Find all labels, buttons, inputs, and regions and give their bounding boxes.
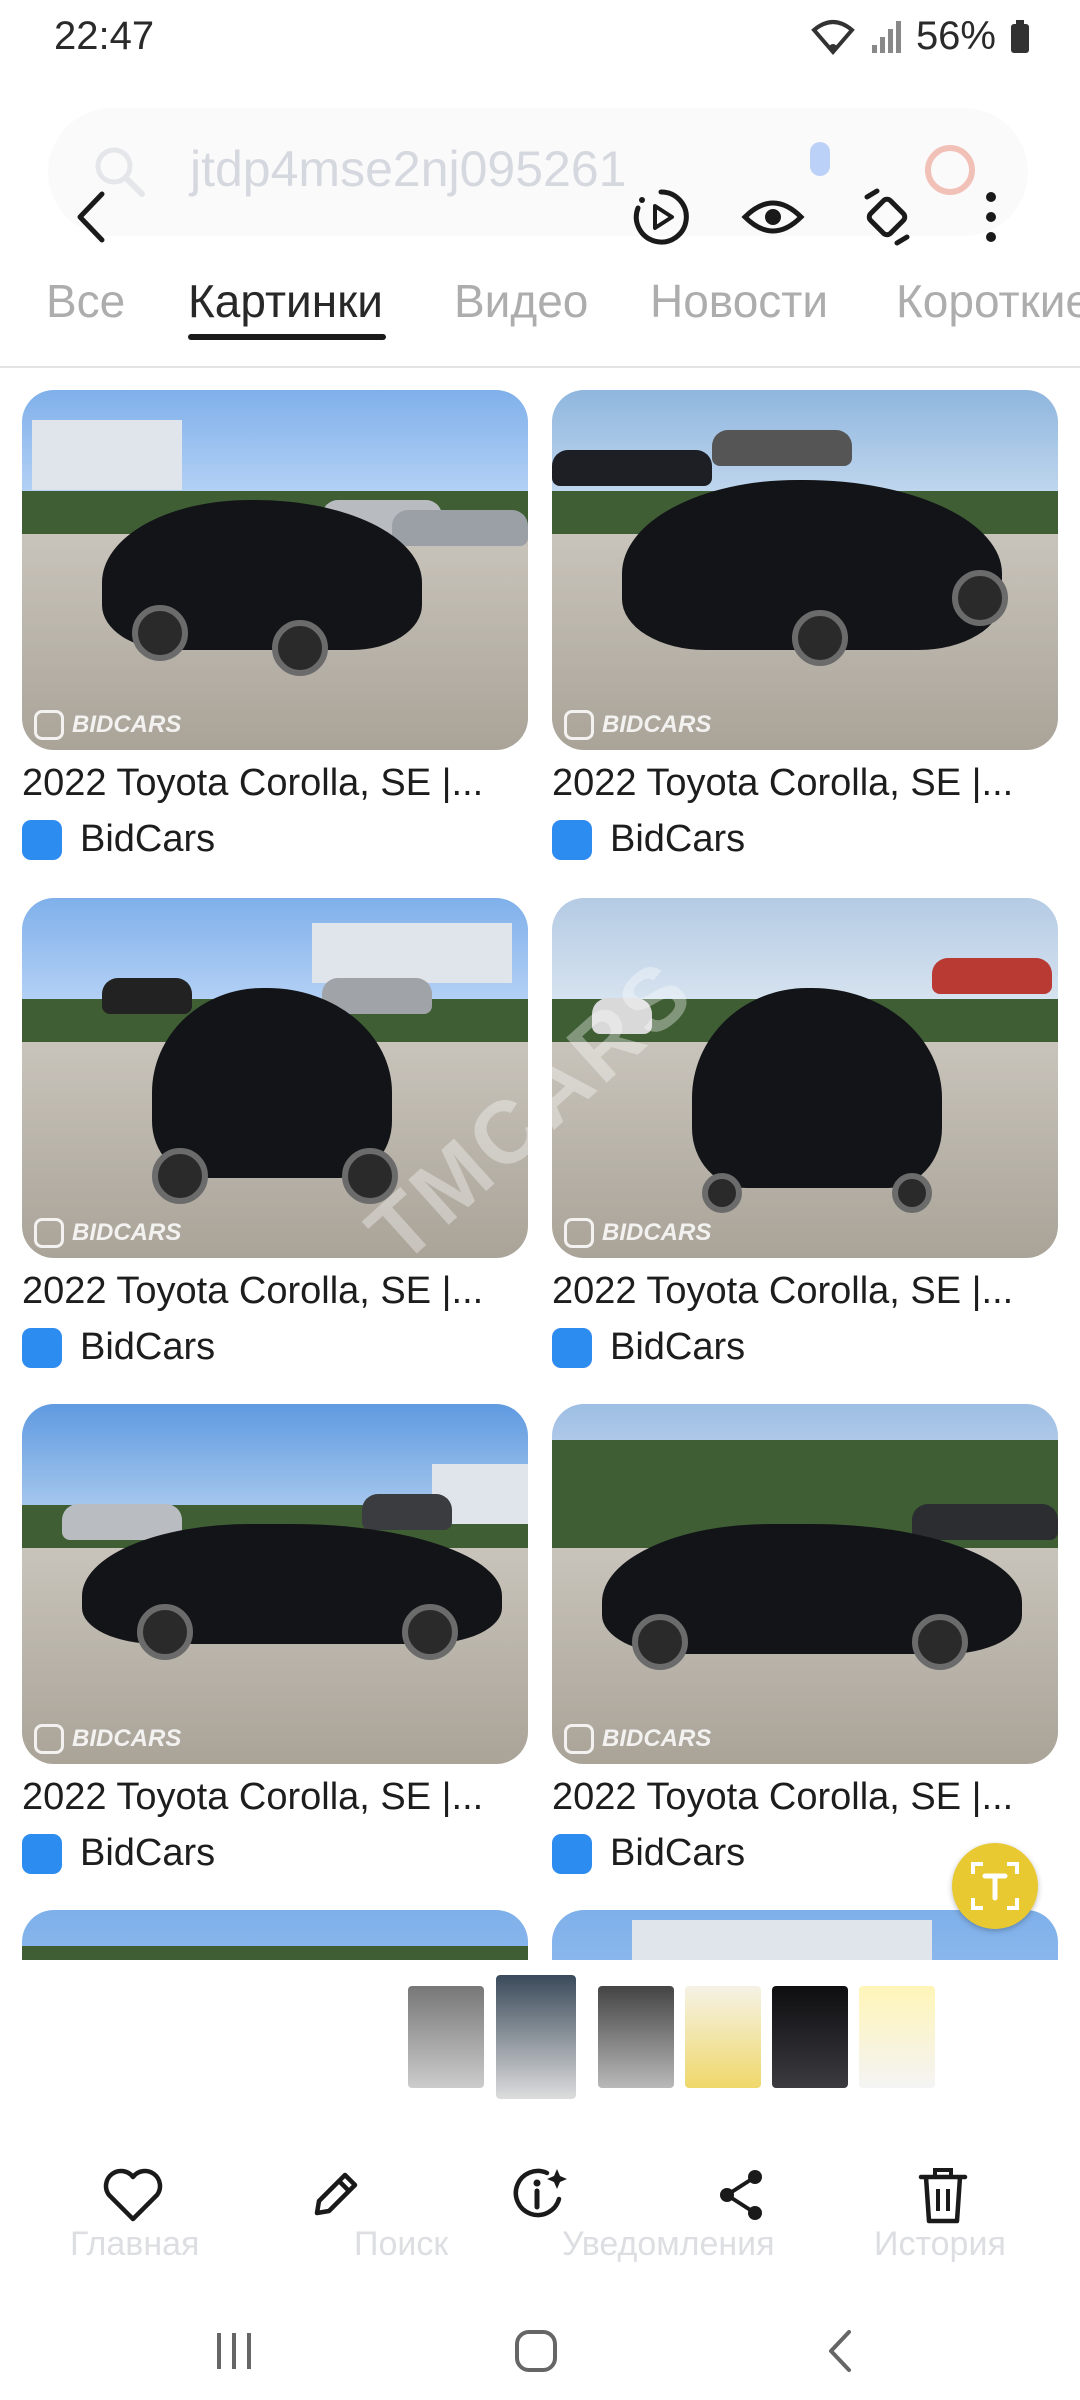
text-extract-icon bbox=[971, 1862, 1019, 1910]
wifi-icon bbox=[811, 19, 855, 55]
back-nav-button[interactable] bbox=[810, 2326, 870, 2376]
result-title[interactable]: 2022 Toyota Corolla, SE |... bbox=[552, 1776, 1058, 1819]
search-tabs: Все Картинки Видео Новости Короткие bbox=[0, 262, 1080, 362]
result-source[interactable]: BidCars bbox=[22, 818, 215, 861]
home-icon bbox=[515, 2330, 557, 2372]
back-button[interactable] bbox=[60, 182, 130, 252]
recents-icon bbox=[217, 2333, 251, 2369]
result-title[interactable]: 2022 Toyota Corolla, SE |... bbox=[22, 1270, 528, 1313]
rotate-icon bbox=[864, 188, 910, 246]
bidcars-logo-icon bbox=[34, 710, 64, 740]
favorite-button[interactable] bbox=[90, 2152, 176, 2238]
bidcars-logo-icon bbox=[564, 710, 594, 740]
tab-video[interactable]: Видео bbox=[454, 274, 588, 328]
home-button[interactable] bbox=[506, 2326, 566, 2376]
result-source[interactable]: BidCars bbox=[552, 818, 745, 861]
source-name: BidCars bbox=[610, 1326, 746, 1368]
filmstrip-thumb[interactable] bbox=[859, 1986, 935, 2088]
bidcars-favicon-icon bbox=[552, 819, 592, 860]
result-source[interactable]: BidCars bbox=[22, 1832, 215, 1875]
filmstrip-thumb[interactable] bbox=[598, 1986, 674, 2088]
result-image[interactable]: BIDCARS bbox=[22, 1404, 528, 1764]
bidcars-logo-icon bbox=[34, 1724, 64, 1754]
result-image[interactable]: BIDCARS bbox=[552, 1404, 1058, 1764]
tab-shorts[interactable]: Короткие bbox=[896, 274, 1080, 328]
motion-photo-button[interactable] bbox=[626, 182, 696, 252]
status-icons: 56% bbox=[810, 14, 1030, 59]
tab-all[interactable]: Все bbox=[46, 274, 125, 328]
tab-images[interactable]: Картинки bbox=[188, 274, 383, 328]
share-button[interactable] bbox=[698, 2152, 784, 2238]
result-title[interactable]: 2022 Toyota Corolla, SE |... bbox=[22, 762, 528, 805]
heart-icon bbox=[103, 2168, 163, 2222]
result-card[interactable] bbox=[22, 1910, 528, 1960]
active-tab-indicator bbox=[188, 334, 386, 340]
status-time: 22:47 bbox=[54, 14, 155, 58]
result-source[interactable]: BidCars bbox=[552, 1326, 745, 1369]
trash-icon bbox=[918, 2168, 968, 2224]
source-name: BidCars bbox=[610, 818, 746, 860]
bidcars-logo-icon bbox=[34, 1218, 64, 1248]
result-title[interactable]: 2022 Toyota Corolla, SE |... bbox=[22, 1776, 528, 1819]
viewer-actions bbox=[0, 2140, 1080, 2250]
more-icon bbox=[986, 192, 996, 242]
battery-percent: 56% bbox=[915, 14, 996, 58]
image-watermark: BIDCARS bbox=[34, 1724, 181, 1754]
bidcars-logo-icon bbox=[564, 1724, 594, 1754]
result-image[interactable]: BIDCARS bbox=[552, 390, 1058, 750]
bidcars-logo-icon bbox=[564, 1218, 594, 1248]
viewer-toolbar bbox=[0, 160, 1080, 270]
image-watermark: BIDCARS bbox=[564, 1218, 711, 1248]
result-title[interactable]: 2022 Toyota Corolla, SE |... bbox=[552, 762, 1058, 805]
text-extract-button[interactable] bbox=[952, 1843, 1038, 1929]
rotate-button[interactable] bbox=[852, 182, 922, 252]
source-name: BidCars bbox=[80, 1326, 216, 1368]
result-image[interactable] bbox=[22, 1910, 528, 1960]
back-nav-icon bbox=[829, 2330, 851, 2372]
view-button[interactable] bbox=[738, 182, 808, 252]
recents-button[interactable] bbox=[204, 2326, 264, 2376]
delete-button[interactable] bbox=[900, 2152, 986, 2238]
filmstrip-thumb[interactable] bbox=[408, 1986, 484, 2088]
eye-icon bbox=[741, 200, 805, 234]
filmstrip-thumb-selected[interactable] bbox=[492, 1971, 580, 2103]
result-title[interactable]: 2022 Toyota Corolla, SE |... bbox=[552, 1270, 1058, 1313]
result-image[interactable]: BIDCARS bbox=[22, 390, 528, 750]
image-watermark: BIDCARS bbox=[34, 710, 181, 740]
source-name: BidCars bbox=[80, 1832, 216, 1874]
divider bbox=[0, 366, 1080, 368]
more-button[interactable] bbox=[956, 182, 1026, 252]
image-watermark: BIDCARS bbox=[564, 710, 711, 740]
edit-button[interactable] bbox=[292, 2152, 378, 2238]
tab-news[interactable]: Новости bbox=[650, 274, 828, 328]
source-name: BidCars bbox=[610, 1832, 746, 1874]
share-icon bbox=[720, 2170, 762, 2220]
bidcars-favicon-icon bbox=[552, 1833, 592, 1874]
info-button[interactable] bbox=[496, 2152, 582, 2238]
bidcars-favicon-icon bbox=[552, 1327, 592, 1368]
back-icon bbox=[77, 191, 105, 243]
image-watermark: BIDCARS bbox=[34, 1218, 181, 1248]
result-source[interactable]: BidCars bbox=[552, 1832, 745, 1875]
source-name: BidCars bbox=[80, 818, 216, 860]
result-source[interactable]: BidCars bbox=[22, 1326, 215, 1369]
image-watermark: BIDCARS bbox=[564, 1724, 711, 1754]
bidcars-favicon-icon bbox=[22, 819, 62, 860]
status-bar: 22:47 56% bbox=[0, 0, 1080, 80]
system-nav-bar bbox=[0, 2300, 1080, 2400]
info-ai-icon bbox=[513, 2168, 567, 2218]
bidcars-favicon-icon bbox=[22, 1327, 62, 1368]
edit-icon bbox=[314, 2172, 358, 2216]
filmstrip-thumb[interactable] bbox=[685, 1986, 761, 2088]
filmstrip-thumb[interactable] bbox=[772, 1986, 848, 2088]
motion-photo-icon bbox=[633, 189, 689, 245]
bidcars-favicon-icon bbox=[22, 1833, 62, 1874]
signal-icon bbox=[871, 20, 901, 53]
battery-icon bbox=[1011, 19, 1029, 53]
